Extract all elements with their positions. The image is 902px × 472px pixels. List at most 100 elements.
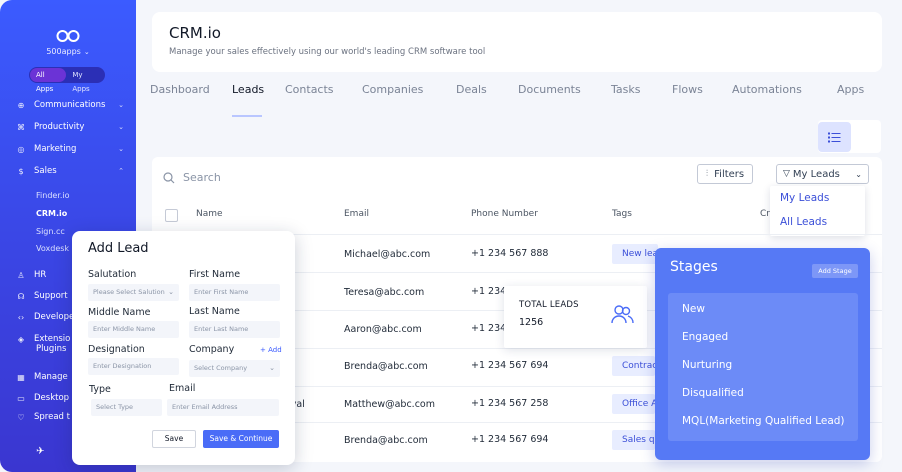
lead-tag-chip: Contract [612,356,655,376]
lead-tag-chip: New lea [612,244,658,264]
tab-apps[interactable]: Apps [837,83,864,96]
brand-switcher[interactable]: 500apps ⌄ [0,47,136,56]
headset-icon: ☊ [17,291,25,301]
email-field[interactable]: Enter Email Address [167,399,279,416]
lead-phone-cell: +1 234 567 258 [471,398,549,409]
modal-title: Add Lead [88,241,149,256]
sidebar-item-label: Productivity [34,122,85,132]
lead-phone-cell: +1 234 567 888 [471,248,549,259]
all-apps-toggle[interactable]: All Apps [30,68,67,93]
tab-deals[interactable]: Deals [456,83,487,96]
sidebar-item-sales[interactable]: $ Sales ⌃ [16,164,124,178]
extension-icon: ◈ [17,334,25,344]
sidebar-subitem-finder[interactable]: Finder.io [36,191,70,200]
lead-email-cell: Michael@abc.com [344,249,431,260]
stage-item[interactable]: New [682,303,705,315]
monitor-icon: ▭ [17,393,25,403]
salutation-placeholder: Please Select Salution [93,288,165,296]
tab-automations[interactable]: Automations [732,83,802,96]
salutation-label: Salutation [88,269,137,280]
search-input[interactable]: Search [183,171,221,184]
sidebar-item-productivity[interactable]: ⌘ Productivity ⌄ [16,120,124,134]
sidebar-item-label: Spread t [34,412,70,422]
tab-contacts[interactable]: Contacts [285,83,334,96]
type-label: Type [89,384,111,395]
sidebar-item-marketing[interactable]: ◎ Marketing ⌄ [16,142,125,156]
lead-phone-cell: +1 234 [471,286,507,297]
heart-icon: ♡ [17,412,25,422]
tab-dashboard[interactable]: Dashboard [150,83,210,96]
chevron-up-icon: ⌃ [118,167,124,175]
list-icon [828,132,841,142]
infinity-logo-icon[interactable] [56,28,80,44]
lead-email-cell: Brenda@abc.com [344,361,428,372]
sidebar-item-label: Manage [34,372,68,382]
sidebar-subitem-sign[interactable]: Sign.cc [36,227,65,236]
select-all-checkbox[interactable] [165,209,178,222]
search-icon [163,172,175,184]
column-header-email[interactable]: Email [344,209,369,219]
stages-list: New Engaged Nurturing Disqualified MQL(M… [668,293,858,441]
add-stage-button[interactable]: Add Stage [812,264,858,278]
dropdown-option-all-leads[interactable]: All Leads [780,216,827,228]
tab-companies[interactable]: Companies [362,83,423,96]
save-button[interactable]: Save [152,430,196,448]
total-leads-label: TOTAL LEADS [519,300,579,310]
users-icon [611,305,634,324]
my-leads-select[interactable]: ▽ My Leads ⌄ [776,164,869,184]
page-header: CRM.io Manage your sales effectively usi… [152,12,882,72]
column-header-tags[interactable]: Tags [612,209,632,219]
email-label: Email [169,383,196,394]
leads-filter-dropdown: My Leads All Leads [770,186,865,236]
designation-field[interactable]: Enter Designation [88,358,179,375]
marketing-icon: ◎ [17,144,25,154]
dropdown-option-my-leads[interactable]: My Leads [780,192,829,204]
stage-item[interactable]: Nurturing [682,359,732,371]
sidebar-item-communications[interactable]: ⊕ Communications ⌄ [16,98,124,112]
active-tab-indicator [232,115,262,117]
tab-tasks[interactable]: Tasks [611,83,640,96]
sidebar-subitem-crm[interactable]: CRM.io [36,209,67,218]
sidebar-item-label: Sales [34,166,57,176]
company-select[interactable]: Select Company ⌄ [189,360,280,377]
brand-name: 500apps [46,47,81,56]
stage-item[interactable]: Disqualified [682,387,744,399]
productivity-icon: ⌘ [17,122,25,132]
stage-item[interactable]: Engaged [682,331,728,343]
save-and-continue-button[interactable]: Save & Continue [203,430,279,448]
sidebar-item-label: Desktop [34,393,70,403]
stage-item[interactable]: MQL(Marketing Qualified Lead) [682,415,845,427]
lead-email-cell: Brenda@abc.com [344,435,428,446]
sidebar-subitem-voxdesk[interactable]: Voxdesk [36,244,69,253]
column-header-created[interactable]: Cr [760,209,770,219]
my-leads-label: My Leads [792,168,840,180]
filters-label: Filters [714,168,745,180]
middle-name-field[interactable]: Enter Middle Name [88,321,179,338]
sidebar-item-label: Marketing [34,144,77,154]
rocket-icon[interactable]: ✈ [36,446,44,457]
add-company-link[interactable]: + Add [260,346,282,354]
lead-phone-cell: +1 234 [471,323,507,334]
tab-leads[interactable]: Leads [232,83,264,96]
list-view-button[interactable] [818,122,851,152]
stages-title: Stages [670,259,718,275]
lead-tag-chip: Sales qu [612,430,655,450]
middle-name-label: Middle Name [88,307,151,318]
first-name-field[interactable]: Enter First Name [189,284,280,301]
type-select[interactable]: Select Type [91,399,162,416]
my-apps-toggle[interactable]: My Apps [66,68,104,93]
column-header-name[interactable]: Name [196,209,223,219]
tab-flows[interactable]: Flows [672,83,703,96]
chevron-down-icon: ⌄ [269,364,275,372]
tab-documents[interactable]: Documents [518,83,581,96]
filters-button[interactable]: ⫶ Filters [697,164,753,184]
add-lead-modal: Add Lead Salutation Please Select Saluti… [72,231,295,465]
code-icon: ‹› [17,312,25,322]
stages-panel: Stages Add Stage New Engaged Nurturing D… [655,248,870,460]
last-name-field[interactable]: Enter Last Name [189,321,280,338]
lead-email-cell: Matthew@abc.com [344,399,435,410]
chevron-down-icon: ⌄ [83,48,90,56]
salutation-select[interactable]: Please Select Salution ⌄ [88,284,179,301]
column-header-phone[interactable]: Phone Number [471,209,538,219]
sidebar-item-label: Develope [34,312,75,322]
